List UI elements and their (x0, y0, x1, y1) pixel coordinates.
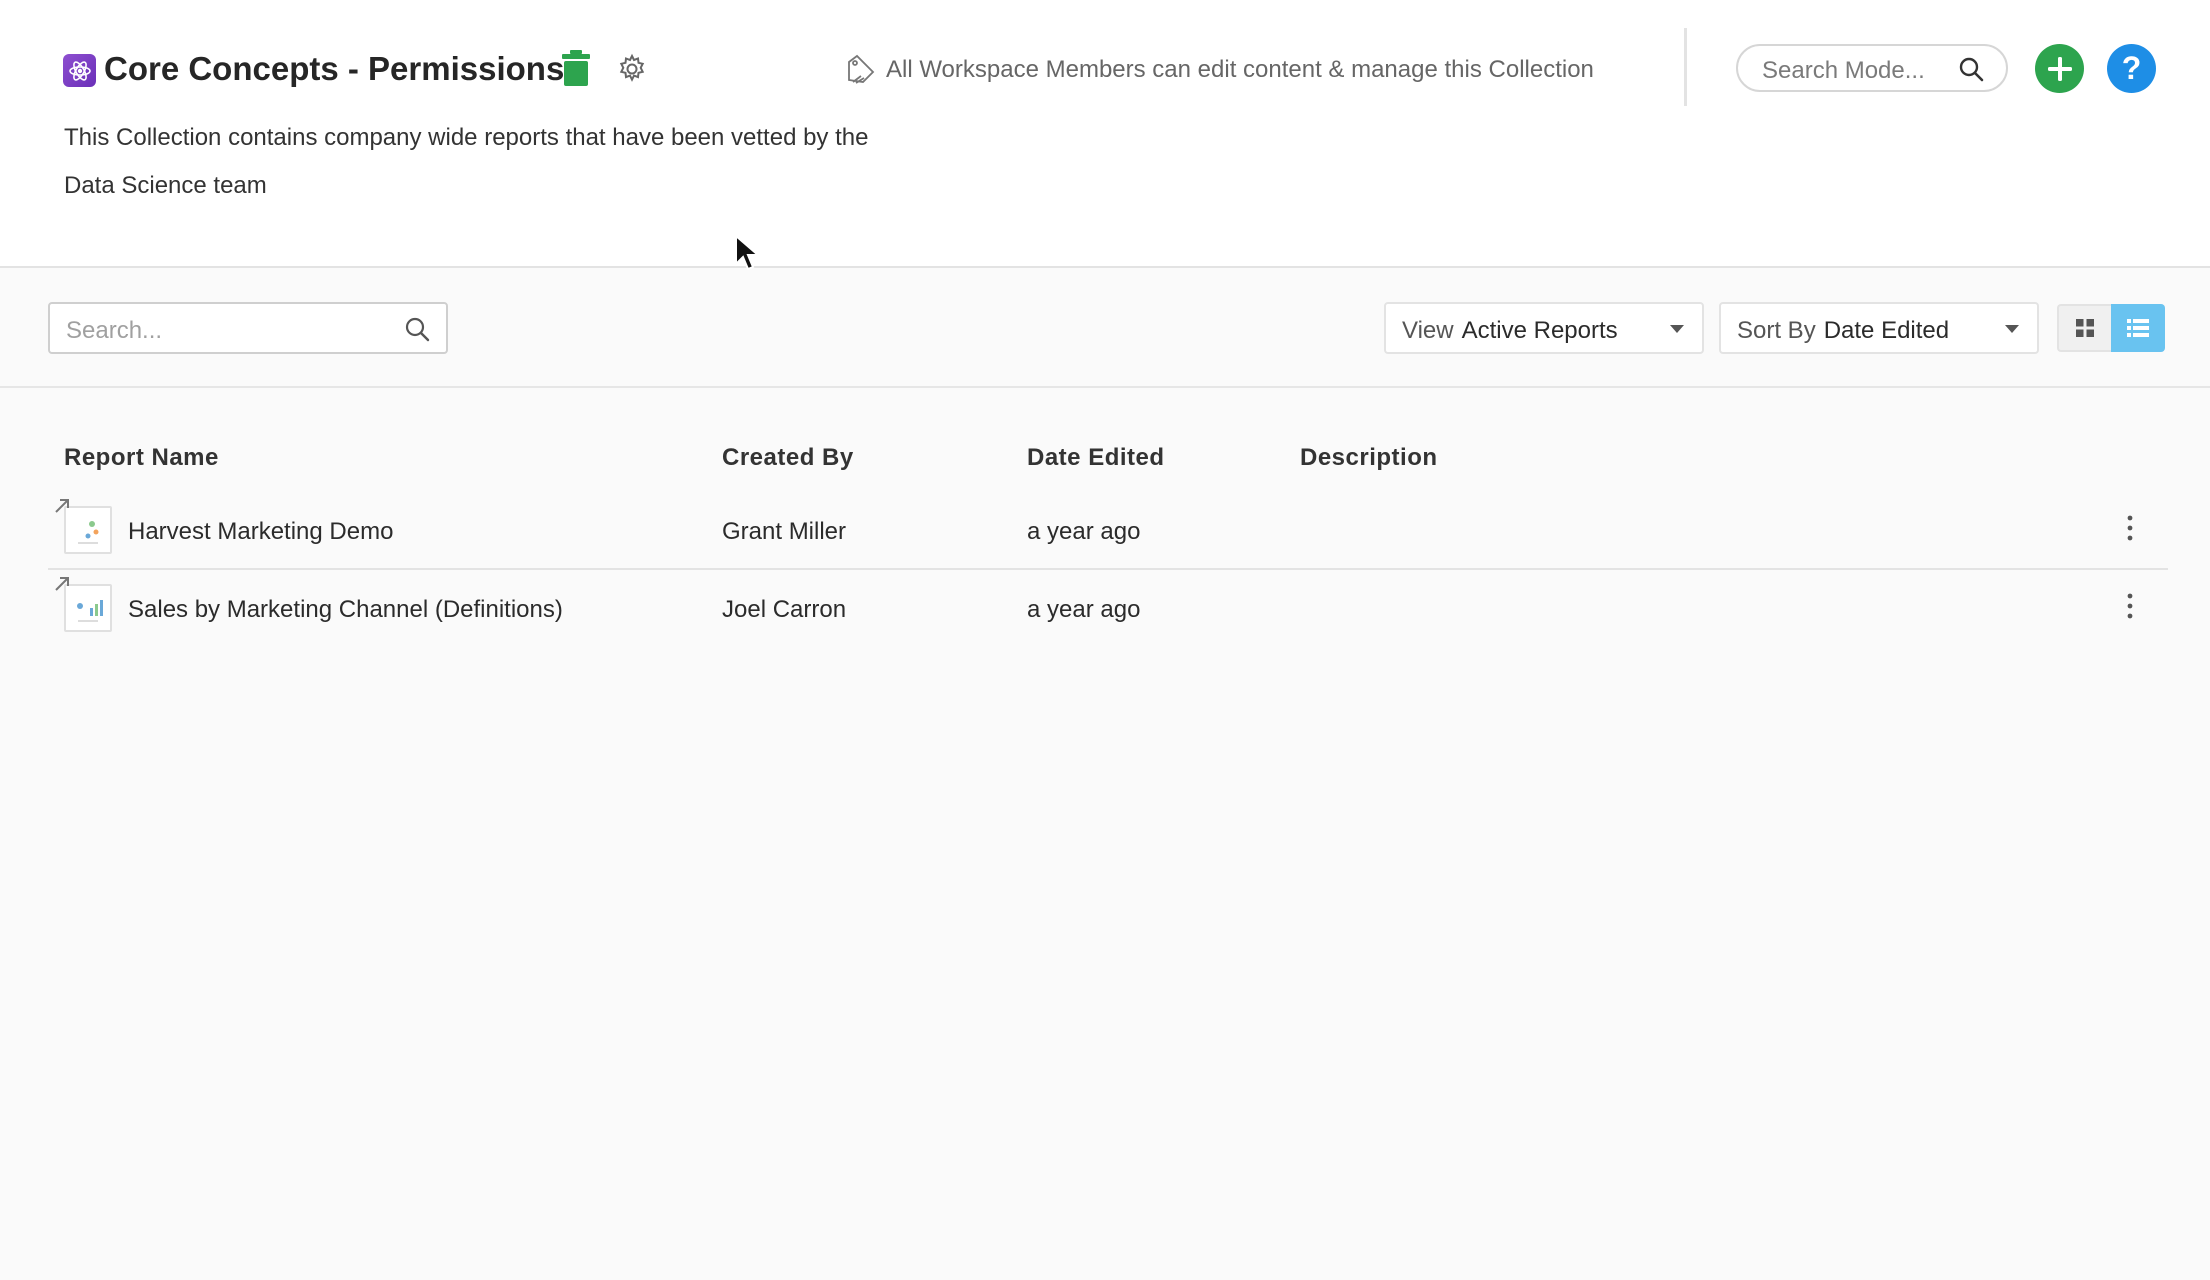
model-search-placeholder: Search Mode... (1762, 57, 1925, 84)
description-line: Data Science team (64, 172, 267, 199)
help-icon[interactable]: ? (2107, 44, 2156, 93)
search-icon[interactable] (1958, 56, 1984, 82)
sort-dropdown-label: Sort By (1737, 317, 1816, 344)
table-row[interactable]: Sales by Marketing Channel (Definitions)… (48, 570, 2168, 648)
report-search-input[interactable]: Search... (48, 302, 448, 354)
collection-header: Core Concepts - Permissions All Workspac… (0, 0, 2210, 268)
report-name[interactable]: Sales by Marketing Channel (Definitions) (128, 596, 563, 624)
view-dropdown-label: View (1402, 317, 1454, 344)
list-view-toggle[interactable] (2111, 304, 2165, 352)
list-view-icon (2127, 319, 2149, 337)
report-thumbnail-icon (64, 584, 112, 632)
report-name[interactable]: Harvest Marketing Demo (128, 518, 393, 546)
gear-icon[interactable] (616, 53, 648, 85)
report-thumbnail-icon (64, 506, 112, 554)
collection-icon (63, 54, 96, 87)
report-created-by: Grant Miller (722, 518, 847, 545)
shortcut-arrow-icon (55, 499, 69, 513)
report-created-by: Joel Carron (722, 596, 847, 623)
permission-text: All Workspace Members can edit content &… (886, 56, 1594, 83)
table-row[interactable]: Harvest Marketing Demo Grant Miller a ye… (48, 492, 2168, 570)
trash-icon[interactable] (561, 50, 591, 86)
sort-dropdown[interactable]: Sort By Date Edited (1719, 302, 2039, 354)
view-dropdown-value: Active Reports (1461, 317, 1618, 344)
collection-description: This Collection contains company wide re… (64, 114, 964, 210)
chevron-down-icon (1670, 325, 1684, 333)
plus-icon (2047, 56, 2072, 81)
sort-dropdown-text: Sort By Date Edited (1737, 317, 1949, 345)
view-dropdown-text: View Active Reports (1402, 317, 1618, 345)
column-header-description[interactable]: Description (1300, 444, 1438, 472)
page-title: Core Concepts - Permissions (104, 50, 565, 87)
view-dropdown[interactable]: View Active Reports (1384, 302, 1704, 354)
shortcut-arrow-icon (55, 577, 69, 591)
grid-view-icon (2076, 319, 2094, 337)
search-icon[interactable] (404, 316, 430, 342)
sort-dropdown-value: Date Edited (1823, 317, 1950, 344)
column-header-date-edited[interactable]: Date Edited (1027, 444, 1165, 472)
reports-toolbar: Search... View Active Reports Sort By Date… (0, 270, 2210, 388)
mouse-cursor-icon (735, 234, 760, 271)
column-header-created-by[interactable]: Created By (722, 444, 854, 472)
header-divider (1684, 28, 1687, 106)
report-date-edited: a year ago (1027, 596, 1141, 623)
grid-view-toggle[interactable] (2057, 304, 2111, 352)
chevron-down-icon (2005, 325, 2019, 333)
kebab-menu-icon[interactable] (2126, 514, 2134, 542)
column-header-report-name[interactable]: Report Name (64, 444, 219, 472)
report-date-edited: a year ago (1027, 518, 1141, 545)
kebab-menu-icon[interactable] (2126, 592, 2134, 620)
permission-icon (848, 54, 875, 84)
model-search-input[interactable]: Search Mode... (1736, 44, 2008, 92)
add-button[interactable] (2035, 44, 2084, 93)
report-search-placeholder: Search... (66, 317, 163, 344)
description-line: This Collection contains company wide re… (64, 124, 869, 151)
